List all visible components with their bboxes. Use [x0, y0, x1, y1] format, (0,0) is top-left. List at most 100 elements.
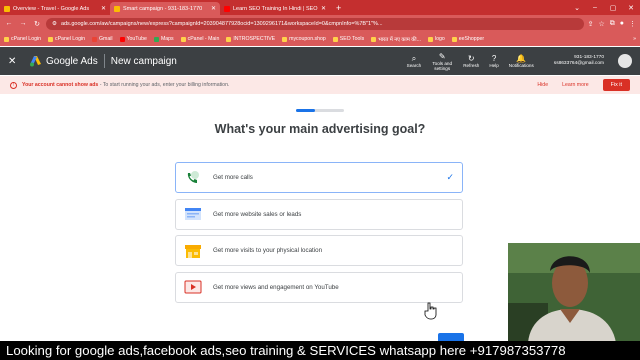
bookmark[interactable]: eeShopper: [451, 36, 484, 42]
gmail-icon: [92, 36, 97, 42]
checkmark-icon: ✓: [446, 172, 454, 182]
goal-label: Get more website sales or leads: [213, 210, 302, 218]
menu-icon[interactable]: ⋮: [629, 20, 636, 28]
share-icon[interactable]: ⇪: [588, 20, 594, 28]
fix-it-button[interactable]: Fix it: [602, 79, 630, 91]
bookmark-icon: [451, 36, 457, 42]
new-tab-icon[interactable]: +: [330, 2, 347, 15]
help-icon: ?: [491, 54, 497, 63]
promo-caption: Looking for google ads,facebook ads,seo …: [0, 341, 640, 360]
bookmark[interactable]: logo: [427, 36, 445, 42]
star-icon[interactable]: ☆: [598, 20, 604, 28]
website-icon: [184, 205, 202, 223]
goal-label: Get more views and engagement on YouTube: [213, 283, 339, 291]
browser-tab-active[interactable]: Smart campaign - 931-183-1770 ✕: [110, 2, 220, 15]
reload-icon[interactable]: ↻: [32, 20, 42, 28]
goal-label: Get more calls: [213, 174, 253, 181]
step-progress-bar: [296, 109, 344, 112]
browser-tab[interactable]: Overview - Travel - Google Ads ✕: [0, 2, 110, 15]
bookmark[interactable]: cPanel - Main: [180, 36, 219, 42]
bookmark[interactable]: cPanel Login: [4, 36, 41, 42]
refresh-button[interactable]: ↻ Refresh: [463, 54, 479, 68]
close-window-icon[interactable]: ✕: [622, 0, 640, 15]
goal-option-location[interactable]: Get more visits to your physical locatio…: [175, 235, 463, 266]
forward-icon[interactable]: →: [18, 20, 28, 27]
chevron-down-icon[interactable]: ⌄: [568, 0, 586, 15]
google-ads-favicon-icon: [4, 5, 10, 12]
tab-title: Learn SEO Training In Hindi | SEO: [233, 5, 318, 12]
progress-fill: [296, 109, 316, 112]
goal-options: Get more calls ✓ Get more website sales …: [175, 162, 463, 308]
google-ads-favicon-icon: [114, 5, 120, 12]
toolbar-icons: ⇪ ☆ ⧉ ● ⋮: [588, 20, 636, 28]
wrench-icon: ✎: [438, 51, 446, 61]
avatar[interactable]: [618, 54, 632, 68]
account-info[interactable]: 931-183-1770 ss8633764@gmail.com: [554, 55, 604, 67]
bookmark[interactable]: mycoupon.shop: [282, 36, 326, 42]
search-icon: ⌕: [411, 54, 417, 63]
tools-and-settings-button[interactable]: ✎ Tools and settings: [431, 52, 453, 71]
store-icon: [184, 242, 202, 260]
bookmark-icon: [282, 36, 288, 42]
phone-icon: [184, 169, 202, 187]
hide-link[interactable]: Hide: [537, 82, 548, 88]
goal-heading: What's your main advertising goal?: [214, 122, 426, 136]
webcam-overlay: [508, 243, 640, 343]
alert-message: Your account cannot show ads - To start …: [22, 82, 230, 88]
help-button[interactable]: ? Help: [489, 54, 498, 68]
goal-option-youtube[interactable]: Get more views and engagement on YouTube: [175, 271, 463, 303]
url-field[interactable]: ⚙ ads.google.com/aw/campaigns/new/expres…: [46, 17, 584, 30]
bell-icon: 🔔: [516, 54, 527, 63]
site-info-icon[interactable]: ⚙: [52, 21, 57, 27]
alert-icon: !: [10, 81, 17, 89]
minimize-icon[interactable]: –: [586, 0, 604, 15]
bookmark[interactable]: SEO Tools: [332, 36, 364, 42]
bookmark-icon: [332, 36, 338, 42]
back-icon[interactable]: ←: [4, 20, 14, 27]
tab-title: Overview - Travel - Google Ads: [13, 5, 90, 12]
close-icon[interactable]: ✕: [8, 56, 22, 67]
profile-icon[interactable]: ●: [620, 20, 624, 28]
close-tab-icon[interactable]: ✕: [101, 5, 106, 12]
maximize-icon[interactable]: ▢: [604, 0, 622, 15]
bookmark-icon: [226, 36, 232, 42]
hand-cursor-icon: [424, 302, 437, 320]
notifications-button[interactable]: 🔔 Notifications: [509, 54, 534, 68]
next-button[interactable]: [438, 333, 464, 341]
extensions-icon[interactable]: ⧉: [610, 20, 615, 28]
bookmark[interactable]: INTROSPECTIVE: [226, 36, 275, 42]
bookmark-icon: [427, 36, 433, 42]
presenter-image: [508, 243, 640, 343]
goal-option-calls[interactable]: Get more calls ✓: [175, 162, 463, 193]
bookmark[interactable]: Gmail: [92, 36, 113, 42]
url-text: ads.google.com/aw/campaigns/new/express?…: [60, 20, 383, 27]
more-bookmarks-icon[interactable]: »: [633, 36, 636, 42]
bookmarks-bar: cPanel Login cPanel Login Gmail YouTube …: [0, 32, 640, 46]
search-button[interactable]: ⌕ Search: [407, 54, 422, 68]
bookmark[interactable]: YouTube: [119, 36, 147, 42]
google-ads-logo-icon: [30, 56, 41, 67]
tab-title: Smart campaign - 931-183-1770: [123, 5, 203, 12]
close-tab-icon[interactable]: ✕: [211, 5, 216, 12]
address-bar-row: ← → ↻ ⚙ ads.google.com/aw/campaigns/new/…: [0, 15, 640, 32]
billing-alert: ! Your account cannot show ads - To star…: [0, 76, 640, 94]
browser-tabstrip: Overview - Travel - Google Ads ✕ Smart c…: [0, 0, 640, 15]
goal-option-website[interactable]: Get more website sales or leads: [175, 198, 463, 230]
bookmark[interactable]: भारत में नए काम की...: [371, 35, 421, 43]
page-title: New campaign: [110, 55, 177, 67]
bookmark[interactable]: Maps: [153, 36, 174, 42]
bookmark-icon: [48, 36, 53, 42]
product-name: Google Ads: [46, 55, 98, 67]
refresh-icon: ↻: [467, 54, 475, 63]
goal-label: Get more visits to your physical locatio…: [213, 247, 323, 254]
maps-icon: [153, 36, 159, 42]
youtube-icon: [119, 36, 125, 42]
account-email: ss8633764@gmail.com: [553, 61, 604, 66]
close-tab-icon[interactable]: ✕: [321, 5, 326, 12]
window-controls: ⌄ – ▢ ✕: [568, 0, 640, 15]
bookmark[interactable]: cPanel Login: [48, 36, 85, 42]
header-divider: [103, 54, 105, 68]
bookmark-icon: [180, 36, 186, 42]
browser-tab[interactable]: Learn SEO Training In Hindi | SEO ✕: [220, 2, 330, 15]
learn-more-link[interactable]: Learn more: [562, 82, 589, 88]
